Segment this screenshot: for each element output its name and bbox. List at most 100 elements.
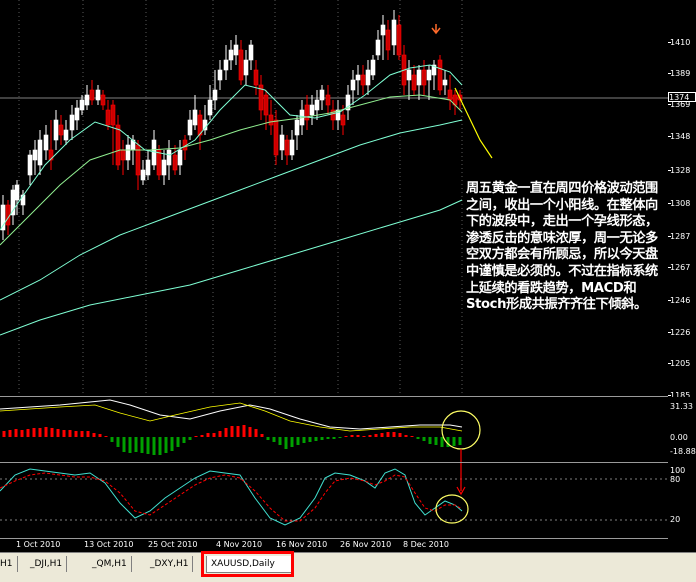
macd-tick: -18.88 xyxy=(670,447,696,456)
candle-body xyxy=(314,99,320,111)
candle-body xyxy=(325,94,331,106)
macd-tick: 31.33 xyxy=(670,402,693,411)
candle-body xyxy=(79,99,85,111)
stoch-main-line xyxy=(0,468,463,526)
price-tick-mark xyxy=(668,236,671,237)
candle-body xyxy=(172,154,178,171)
macd-scale[interactable]: 31.33 0.00 -18.88 xyxy=(668,397,696,462)
stochastic-scale[interactable]: 100 80 20 xyxy=(668,463,696,538)
candle-body xyxy=(69,114,75,131)
candle-body xyxy=(14,184,20,201)
macd-bar xyxy=(86,431,90,437)
macd-bar xyxy=(248,427,252,437)
candle-body xyxy=(406,69,412,81)
price-tick-mark xyxy=(668,300,671,301)
macd-bar xyxy=(314,437,318,441)
price-scale[interactable]: 1410 1389 1369 1348 1328 1308 1287 1267 1246 1226… xyxy=(668,0,696,400)
macd-bar xyxy=(392,432,396,437)
macd-bar xyxy=(188,437,192,440)
macd-bar xyxy=(410,436,414,437)
macd-bar xyxy=(122,437,126,452)
macd-bar xyxy=(20,430,24,437)
candle-body xyxy=(95,89,101,101)
stoch-tick: 100 xyxy=(670,466,686,475)
analysis-note: 周五黄金一直在周四价格波动范围之间，收出一个小阳线。在整体向下的波段中，走出一个… xyxy=(466,181,658,313)
candle-body xyxy=(294,119,300,136)
macd-bar xyxy=(92,433,96,437)
price-tick-mark xyxy=(668,170,671,171)
candle-body xyxy=(74,107,80,121)
macd-bar xyxy=(386,432,390,437)
candle-body xyxy=(58,124,64,136)
tab-dxy-h1[interactable]: _DXY,H1 xyxy=(146,556,194,572)
macd-bar xyxy=(422,437,426,441)
stochastic-pane[interactable] xyxy=(0,463,668,539)
ma-long-line xyxy=(0,199,463,336)
macd-bar xyxy=(326,437,330,439)
active-tab-highlight xyxy=(201,551,294,577)
macd-bar xyxy=(458,437,462,445)
price-tick-mark xyxy=(668,332,671,333)
candle-body xyxy=(309,104,315,116)
macd-bar xyxy=(350,435,354,437)
macd-bar xyxy=(194,436,198,437)
macd-bar xyxy=(416,437,420,439)
price-tick-mark xyxy=(668,363,671,364)
macd-bar xyxy=(206,433,210,437)
candle-body xyxy=(177,149,183,166)
stoch-highlight-circle xyxy=(435,494,469,524)
macd-bar xyxy=(452,437,456,446)
candle-body xyxy=(156,149,162,176)
candle-body xyxy=(268,114,274,126)
macd-bar xyxy=(200,435,204,437)
macd-bar xyxy=(164,437,168,453)
candle-body xyxy=(350,79,356,91)
macd-bar xyxy=(230,426,234,437)
candle-body xyxy=(355,74,361,81)
ma-fast-line xyxy=(0,64,463,231)
candle-body xyxy=(223,59,229,71)
candle-body xyxy=(416,69,422,86)
candle-body xyxy=(53,119,59,141)
macd-bar xyxy=(2,431,6,437)
macd-bar xyxy=(116,437,120,447)
date-label: 25 Oct 2010 xyxy=(148,540,198,549)
candle-body xyxy=(238,49,244,81)
macd-bar xyxy=(404,435,408,437)
macd-bar xyxy=(236,426,240,437)
current-price-label: 1374 xyxy=(668,92,696,102)
price-tick: 1410 xyxy=(670,38,691,47)
candle-body xyxy=(243,59,249,76)
candle-body xyxy=(207,99,213,116)
candle-body xyxy=(161,159,167,176)
candle-body xyxy=(411,74,417,91)
date-label: 4 Nov 2010 xyxy=(216,540,263,549)
candle-body xyxy=(319,89,325,101)
candle-body xyxy=(125,144,131,161)
candle-body xyxy=(187,119,193,136)
macd-bar xyxy=(290,437,294,447)
price-tick: 1226 xyxy=(670,328,691,337)
macd-bar xyxy=(158,437,162,455)
macd-bar xyxy=(278,437,282,445)
candle-body xyxy=(140,169,146,181)
macd-bar xyxy=(80,431,84,437)
macd-bar xyxy=(104,436,108,437)
tab-qm-h1[interactable]: _QM,H1 xyxy=(88,556,132,572)
date-label: 26 Nov 2010 xyxy=(340,540,392,549)
macd-pane[interactable] xyxy=(0,397,668,463)
tab-dji-h1[interactable]: _DJI,H1 xyxy=(26,556,68,572)
macd-bar xyxy=(380,433,384,437)
candle-body xyxy=(360,74,366,86)
candle-body xyxy=(145,159,151,176)
price-tick: 1389 xyxy=(670,69,691,78)
date-label: 13 Oct 2010 xyxy=(84,540,134,549)
candle-body xyxy=(233,44,239,56)
candle-body xyxy=(284,139,290,156)
macd-bar xyxy=(302,437,306,443)
macd-bar xyxy=(8,430,12,437)
price-tick-mark xyxy=(668,104,671,105)
price-chart-pane[interactable]: 周五黄金一直在周四价格波动范围之间，收出一个小阳线。在整体向下的波段中，走出一个… xyxy=(0,0,668,397)
candle-body xyxy=(437,59,443,91)
tab-h1[interactable]: H1 xyxy=(0,556,18,572)
